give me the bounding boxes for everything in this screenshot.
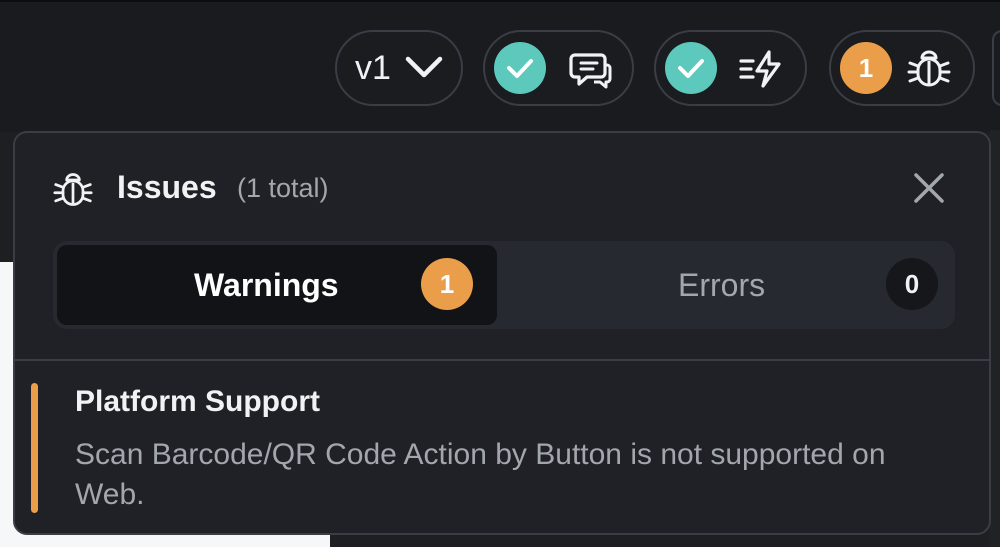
issues-panel-title: Issues	[117, 169, 217, 205]
issues-popover: Issues (1 total) Warnings 1 Errors 0 Pla…	[13, 131, 991, 535]
version-dropdown[interactable]: v1	[335, 30, 463, 106]
panel-divider	[15, 359, 989, 361]
errors-count-badge: 0	[886, 258, 938, 310]
tab-warnings[interactable]: Warnings 1	[57, 245, 497, 325]
right-panel-edge	[990, 130, 1000, 547]
comments-status-button[interactable]	[483, 30, 634, 106]
lightning-icon	[739, 50, 781, 88]
close-icon[interactable]	[912, 171, 946, 205]
actions-status-button[interactable]	[654, 30, 807, 106]
comment-icon	[569, 53, 612, 89]
bug-icon	[907, 50, 951, 87]
tab-errors-label: Errors	[678, 267, 766, 303]
check-icon	[507, 59, 533, 78]
issues-tabs: Warnings 1 Errors 0	[53, 241, 955, 329]
issue-title: Platform Support	[75, 385, 320, 418]
actions-check-badge	[665, 42, 717, 94]
issues-button[interactable]: 1	[829, 30, 975, 106]
check-icon	[678, 59, 704, 78]
issue-description: Scan Barcode/QR Code Action by Button is…	[75, 438, 886, 511]
chevron-down-icon	[405, 56, 443, 78]
warnings-count-badge: 1	[421, 258, 473, 310]
warning-severity-bar	[31, 383, 38, 513]
issues-total-count: (1 total)	[237, 173, 329, 203]
offscreen-toolbar-button[interactable]	[992, 30, 1000, 106]
comments-check-badge	[494, 42, 546, 94]
issues-count-badge: 1	[840, 42, 892, 94]
top-toolbar: v1 1	[0, 0, 1000, 132]
version-label: v1	[355, 48, 391, 87]
bug-icon	[53, 173, 93, 206]
tab-errors[interactable]: Errors 0	[499, 245, 939, 325]
tab-warnings-label: Warnings	[194, 267, 339, 303]
